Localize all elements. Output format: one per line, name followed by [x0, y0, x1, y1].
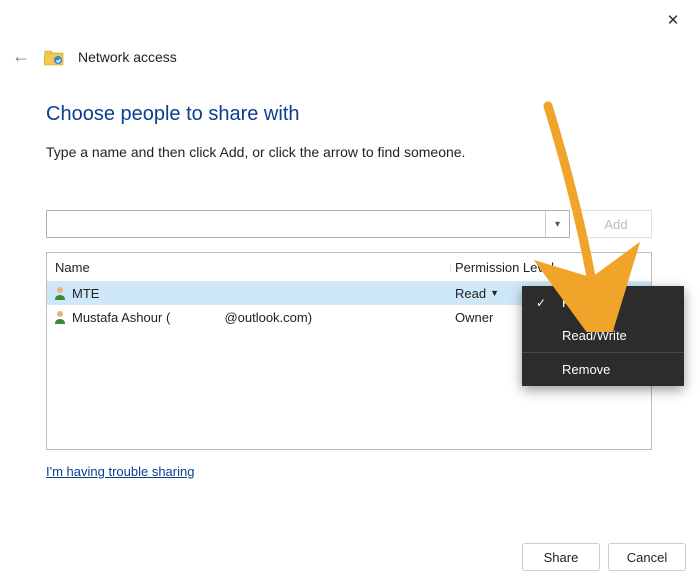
people-combobox[interactable]: ▾	[46, 210, 570, 238]
column-header-permission[interactable]: Permission Level	[451, 260, 651, 275]
caret-down-icon: ▼	[490, 288, 499, 298]
menu-item-readwrite[interactable]: Read/Write	[522, 319, 684, 352]
permission-context-menu: ✓ Read Read/Write Remove	[522, 286, 684, 386]
page-heading: Choose people to share with	[46, 103, 652, 126]
close-icon: ✕	[667, 11, 680, 29]
user-icon	[53, 309, 67, 325]
add-button[interactable]: Add	[580, 210, 652, 238]
cancel-button[interactable]: Cancel	[608, 543, 686, 571]
trouble-sharing-link[interactable]: I'm having trouble sharing	[46, 464, 194, 479]
row-name: Mustafa Ashour ( @outlook.com)	[72, 310, 312, 325]
close-button[interactable]: ✕	[658, 8, 688, 32]
row-name: MTE	[72, 286, 99, 301]
check-icon: ✓	[536, 296, 546, 310]
user-icon	[53, 285, 67, 301]
combobox-drop-button[interactable]: ▾	[545, 211, 569, 237]
table-header: Name Permission Level	[47, 253, 651, 281]
window-title: Network access	[78, 49, 177, 65]
share-button[interactable]: Share	[522, 543, 600, 571]
back-button[interactable]: ←	[12, 46, 30, 67]
page-subtext: Type a name and then click Add, or click…	[46, 144, 652, 160]
folder-icon	[44, 48, 64, 66]
column-header-name[interactable]: Name	[47, 260, 451, 275]
menu-item-read[interactable]: ✓ Read	[522, 286, 684, 319]
dialog-footer: Share Cancel	[522, 543, 686, 571]
header: ← Network access	[0, 0, 698, 67]
chevron-down-icon: ▾	[555, 219, 560, 230]
menu-item-remove[interactable]: Remove	[522, 353, 684, 386]
arrow-left-icon: ←	[12, 46, 30, 66]
